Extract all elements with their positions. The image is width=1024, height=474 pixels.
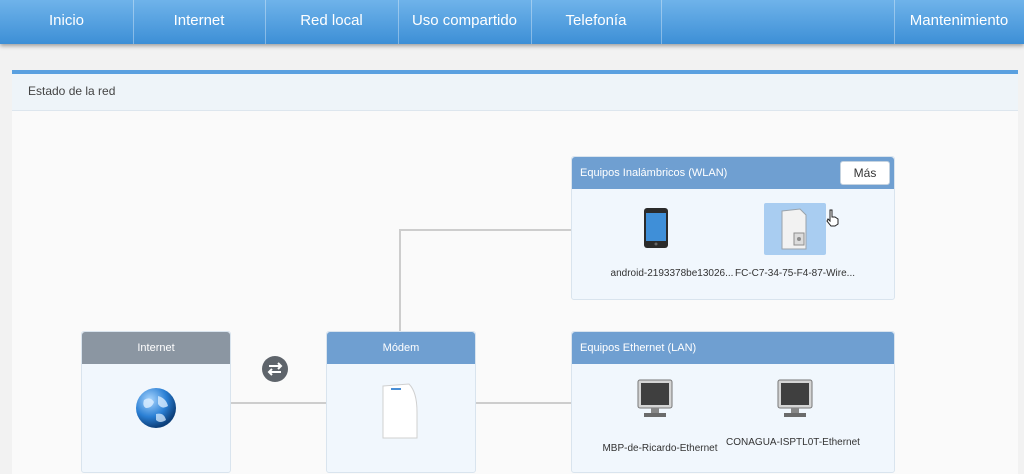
modem-box[interactable]: Módem xyxy=(326,331,476,473)
connector-to-wlan xyxy=(399,229,571,231)
wlan-devices-box: Equipos Inalámbricos (WLAN) Más android-… xyxy=(571,156,895,300)
wlan-device-android[interactable]: android-2193378be13026... xyxy=(611,207,733,279)
nav-red-local[interactable]: Red local xyxy=(265,0,399,44)
lan-devices-box: Equipos Ethernet (LAN) MBP-de-Ricardo-Et… xyxy=(571,331,895,473)
connector-modem-lan xyxy=(474,402,571,404)
connector-modem-up xyxy=(399,229,401,331)
more-button[interactable]: Más xyxy=(840,161,890,185)
nav-mantenimiento[interactable]: Mantenimiento xyxy=(894,0,1024,44)
lan-device-label: CONAGUA-ISPTL0T-Ethernet xyxy=(726,437,860,448)
nav-internet[interactable]: Internet xyxy=(133,0,266,44)
panel-title: Estado de la red xyxy=(28,84,116,98)
nav-inicio[interactable]: Inicio xyxy=(0,0,134,44)
lan-device-label: MBP-de-Ricardo-Ethernet xyxy=(602,443,718,454)
panel-header: Estado de la red xyxy=(12,74,1018,111)
router-icon xyxy=(377,382,421,445)
monitor-icon xyxy=(776,378,814,423)
wlan-box-title: Equipos Inalámbricos (WLAN) xyxy=(580,167,728,179)
connector-internet-modem xyxy=(228,402,326,404)
monitor-icon xyxy=(636,378,674,423)
wlan-device-label: FC-C7-34-75-F4-87-Wire... xyxy=(734,268,856,279)
nav-empty xyxy=(661,0,895,44)
modem-box-title: Módem xyxy=(327,332,475,364)
globe-icon xyxy=(134,386,178,435)
nav-uso-compartido[interactable]: Uso compartido xyxy=(398,0,532,44)
swap-icon[interactable] xyxy=(262,356,288,382)
wlan-device-fc-c7[interactable]: FC-C7-34-75-F4-87-Wire... xyxy=(735,203,855,279)
lan-device-conagua[interactable]: CONAGUA-ISPTL0T-Ethernet xyxy=(726,378,860,448)
top-navigation: Inicio Internet Red local Uso compartido… xyxy=(0,0,1024,44)
lan-device-mbp[interactable]: MBP-de-Ricardo-Ethernet xyxy=(602,378,718,454)
nav-telefonia[interactable]: Telefonía xyxy=(531,0,662,44)
internet-box-title: Internet xyxy=(82,332,230,364)
wlan-box-header: Equipos Inalámbricos (WLAN) Más xyxy=(572,157,894,189)
lan-box-title: Equipos Ethernet (LAN) xyxy=(572,332,894,364)
desktop-tower-icon xyxy=(778,207,812,254)
internet-box[interactable]: Internet xyxy=(81,331,231,473)
hand-cursor-icon xyxy=(826,209,840,232)
smartphone-icon xyxy=(642,207,670,252)
